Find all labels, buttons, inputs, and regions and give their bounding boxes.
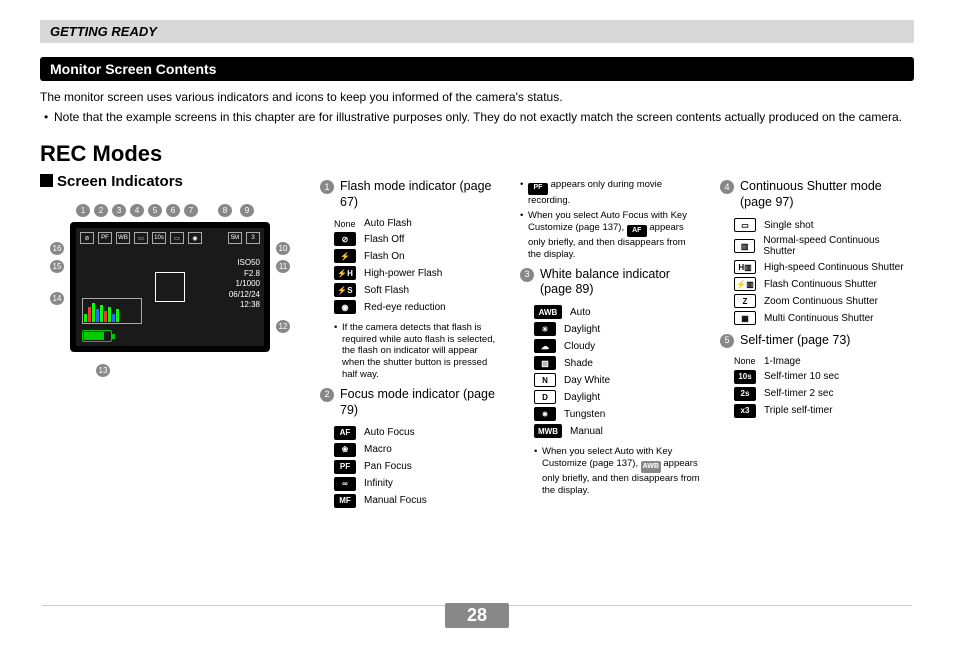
timer-x3-icon: x3 — [734, 404, 756, 418]
af-icon: AF — [334, 426, 356, 440]
macro-icon: ❀ — [334, 443, 356, 457]
battery-icon — [82, 330, 112, 342]
histogram-icon — [82, 298, 142, 324]
screen-indicators-heading: Screen Indicators — [40, 173, 300, 190]
callout-7: 7 — [184, 204, 198, 217]
focus-mode-title: 2Focus mode indicator (page 79) — [320, 387, 500, 418]
top-icon: ⊘ — [80, 232, 94, 244]
tungsten-icon: ✷ — [534, 407, 556, 421]
mwb-icon: MWB — [534, 424, 562, 438]
cont-shutter-title: 4Continuous Shutter mode (page 97) — [720, 179, 910, 210]
zoom-cont-icon: Z — [734, 294, 756, 308]
monitor-diagram: 1 2 3 4 5 6 7 8 9 10 11 12 16 15 14 13 ⊘ — [40, 200, 290, 385]
pf-icon: PF — [334, 460, 356, 474]
callout-14: 14 — [50, 292, 64, 305]
pf-inline-icon: PF — [528, 183, 548, 195]
normal-cont-icon: ▥ — [734, 239, 755, 253]
daylight-icon: ☀ — [534, 322, 556, 336]
flash-off-icon: ⊘ — [334, 232, 356, 246]
wb-note: When you select Auto with Key Customize … — [534, 446, 700, 497]
flash-mode-table: NoneAuto Flash ⊘Flash Off ⚡Flash On ⚡HHi… — [320, 217, 500, 316]
high-power-flash-icon: ⚡H — [334, 266, 356, 280]
daylight2-icon: D — [534, 390, 556, 404]
focus-frame-icon — [155, 272, 185, 302]
callout-4: 4 — [130, 204, 144, 217]
red-eye-icon: ◉ — [334, 300, 356, 314]
callout-15: 15 — [50, 260, 64, 273]
callout-16: 16 — [50, 242, 64, 255]
top-icon: 3 — [246, 232, 260, 244]
timer-2s-icon: 2s — [734, 387, 756, 401]
top-icon: ▭ — [170, 232, 184, 244]
callout-3: 3 — [112, 204, 126, 217]
callout-6: 6 — [166, 204, 180, 217]
top-icon: ◉ — [188, 232, 202, 244]
black-square-icon — [40, 174, 53, 187]
infinity-icon: ∞ — [334, 477, 356, 491]
callout-12: 12 — [276, 320, 290, 333]
intro-text: The monitor screen uses various indicato… — [40, 89, 914, 125]
flash-mode-title: 1Flash mode indicator (page 67) — [320, 179, 500, 210]
cloudy-icon: ☁ — [534, 339, 556, 353]
callout-10: 10 — [276, 242, 290, 255]
wb-title: 3White balance indicator (page 89) — [520, 267, 700, 298]
day-white-icon: N — [534, 373, 556, 387]
af-inline-icon: AF — [627, 225, 647, 237]
high-cont-icon: H▥ — [734, 260, 756, 274]
cont-shutter-table: ▭Single shot ▥Normal-speed Continuous Sh… — [720, 217, 910, 327]
soft-flash-icon: ⚡S — [334, 283, 356, 297]
flash-note: If the camera detects that flash is requ… — [334, 322, 500, 381]
timer-10s-icon: 10s — [734, 370, 756, 384]
self-timer-table: None1-Image 10sSelf-timer 10 sec 2sSelf-… — [720, 354, 910, 419]
intro-line-2: Note that the example screens in this ch… — [40, 109, 914, 125]
callout-5: 5 — [148, 204, 162, 217]
awb-inline-icon: AWB — [641, 461, 661, 473]
rec-modes-heading: REC Modes — [40, 141, 914, 167]
multi-cont-icon: ▦ — [734, 311, 756, 325]
top-icon: 10s — [152, 232, 166, 244]
section-header: Monitor Screen Contents — [40, 57, 914, 81]
flash-on-icon: ⚡ — [334, 249, 356, 263]
callout-1: 1 — [76, 204, 90, 217]
page-number: 28 — [445, 603, 509, 628]
callout-11: 11 — [276, 260, 290, 273]
callout-13: 13 — [96, 364, 110, 377]
intro-line-1: The monitor screen uses various indicato… — [40, 89, 914, 105]
readout: ISO50 F2.8 1/1000 06/12/24 12:38 — [229, 258, 260, 310]
wb-table: AWBAuto ☀Daylight ☁Cloudy ▧Shade NDay Wh… — [520, 304, 700, 440]
top-icon: 5M — [228, 232, 242, 244]
top-icon: PF — [98, 232, 112, 244]
callout-8: 8 — [218, 204, 232, 217]
focus-mode-table: AFAuto Focus ❀Macro PFPan Focus ∞Infinit… — [320, 424, 500, 509]
flash-cont-icon: ⚡▥ — [734, 277, 756, 291]
self-timer-title: 5Self-timer (page 73) — [720, 333, 910, 349]
awb-icon: AWB — [534, 305, 562, 319]
top-icon: WB — [116, 232, 130, 244]
pf-af-notes: PF appears only during movie recording. … — [520, 179, 700, 260]
callout-9: 9 — [240, 204, 254, 217]
mf-icon: MF — [334, 494, 356, 508]
shade-icon: ▧ — [534, 356, 556, 370]
chapter-header: GETTING READY — [40, 20, 914, 43]
single-shot-icon: ▭ — [734, 218, 756, 232]
monitor-screen: ⊘ PF WB ▭ 10s ▭ ◉ 5M 3 ISO50 F2.8 1 — [70, 222, 270, 352]
callout-2: 2 — [94, 204, 108, 217]
top-icon: ▭ — [134, 232, 148, 244]
